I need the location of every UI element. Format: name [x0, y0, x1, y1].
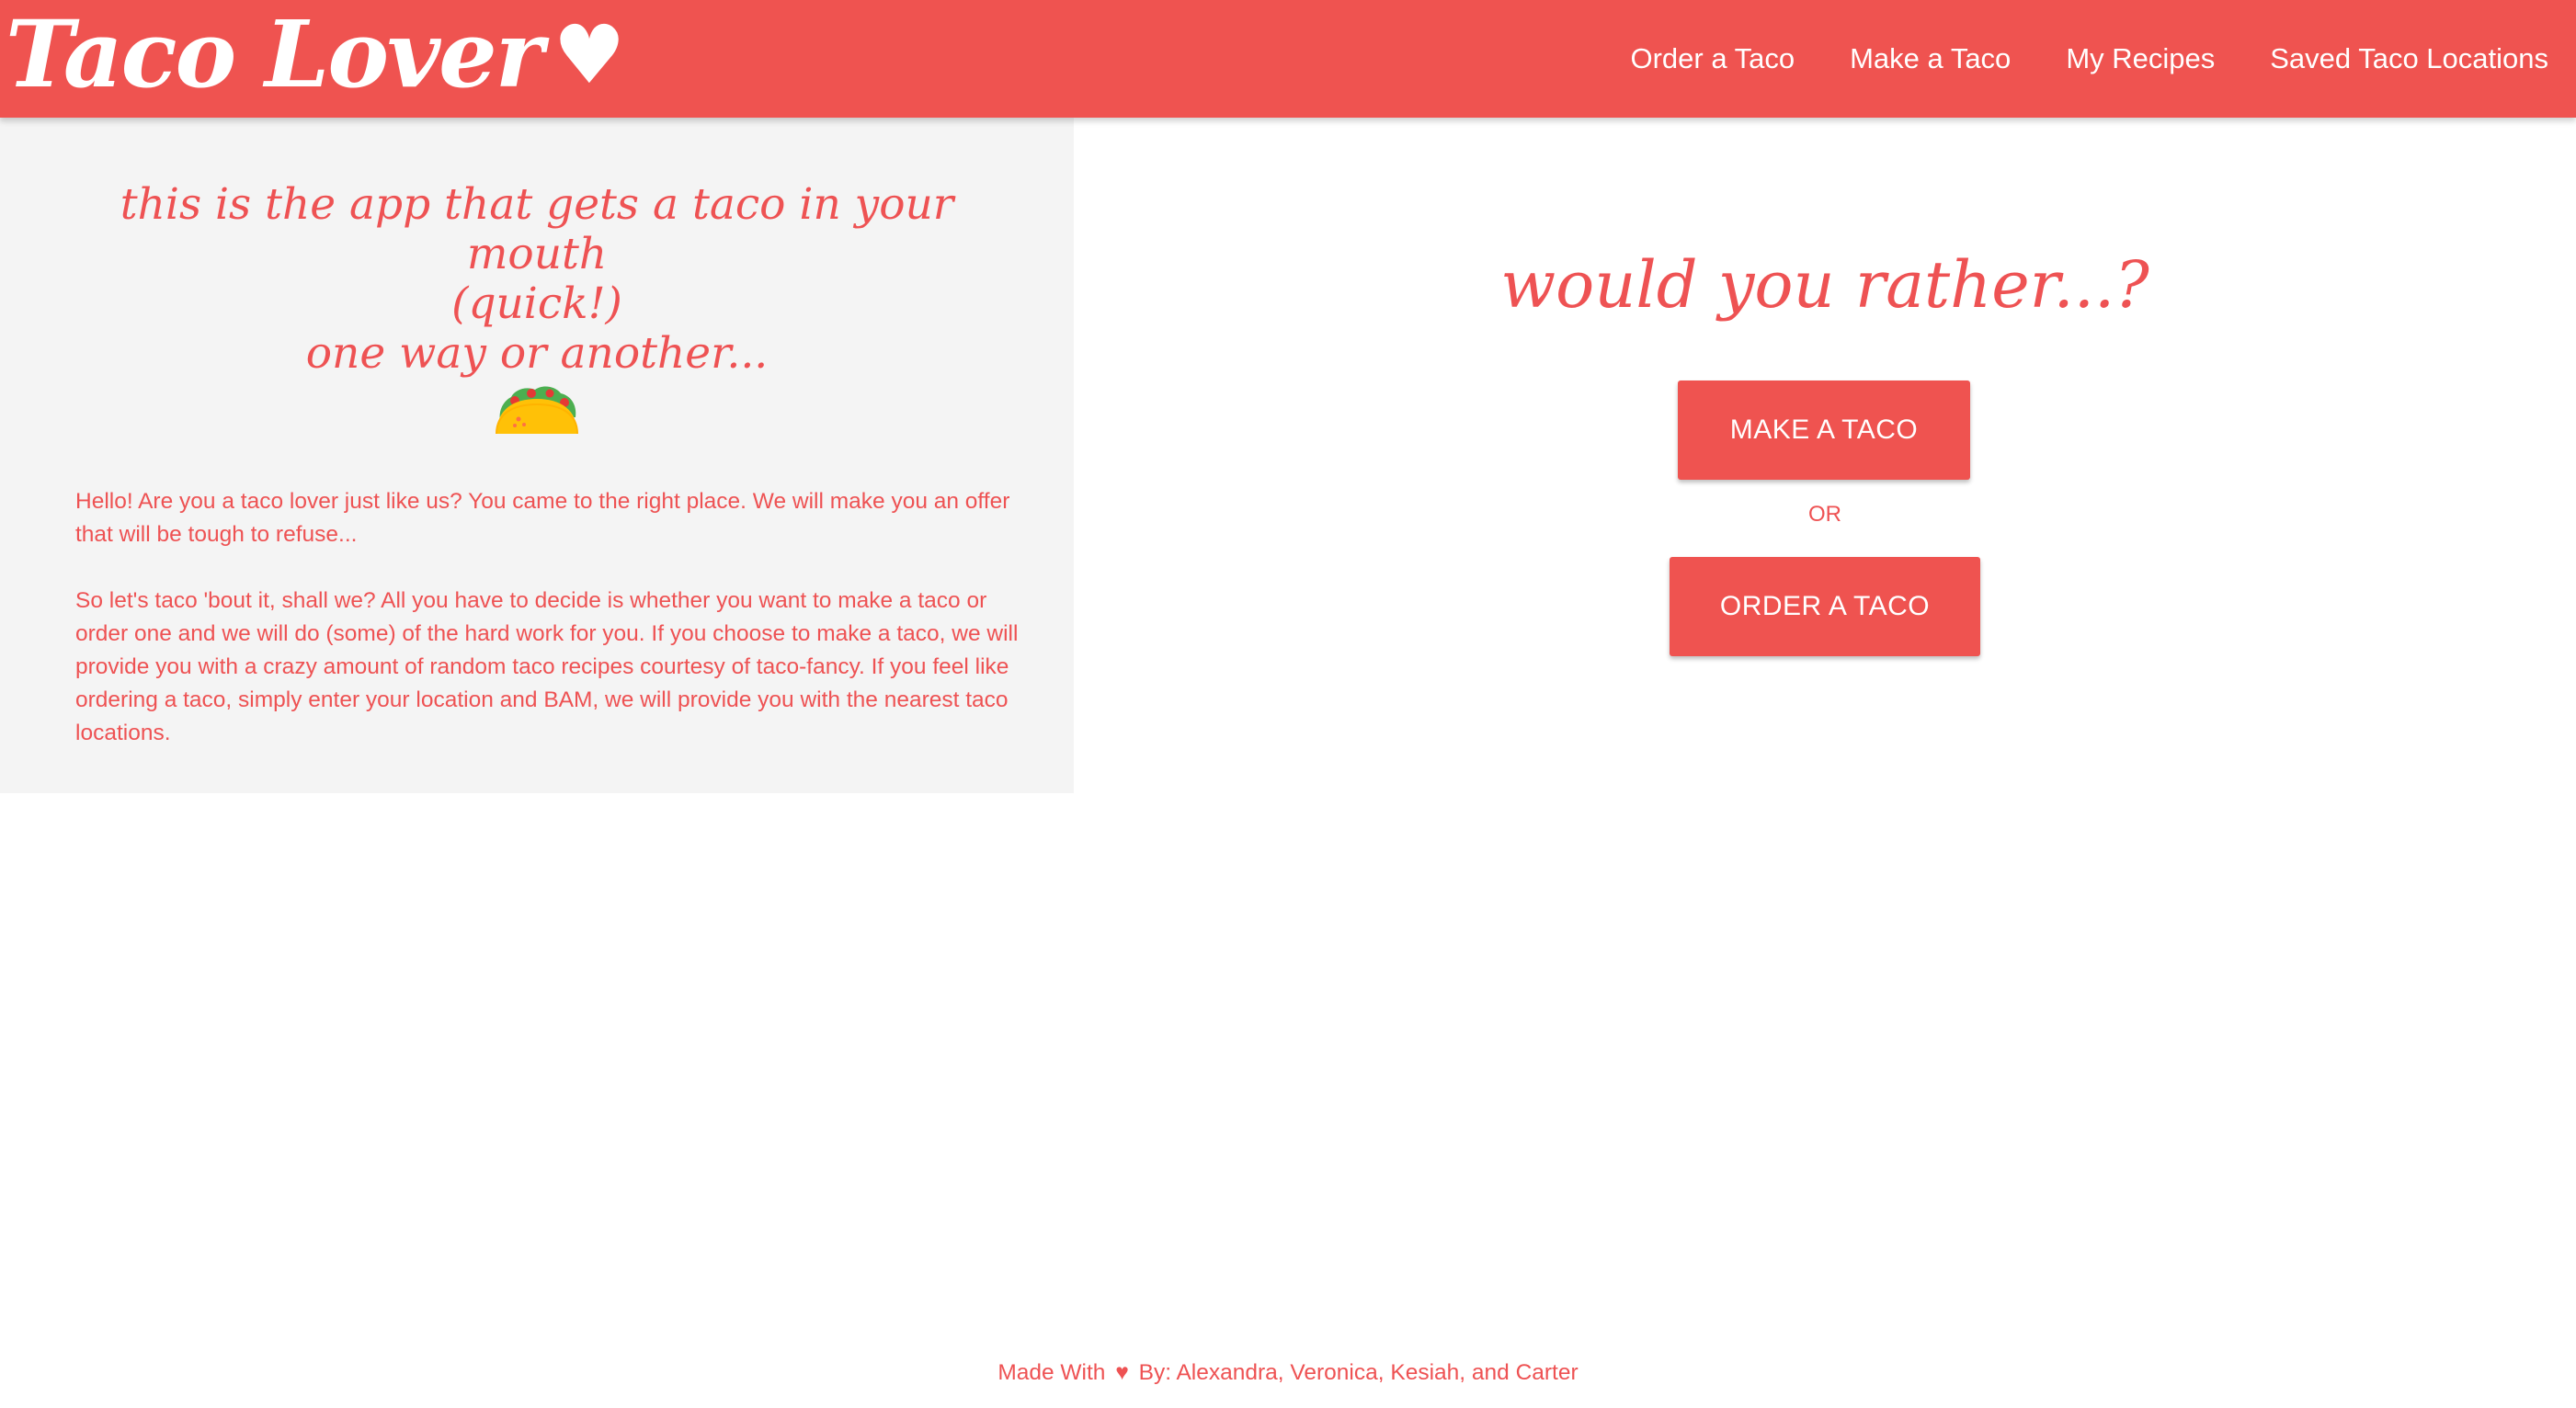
nav-link-saved-taco-locations[interactable]: Saved Taco Locations — [2270, 42, 2548, 74]
make-a-taco-button[interactable]: MAKE A TACO — [1678, 380, 1970, 480]
order-a-taco-button[interactable]: ORDER A TACO — [1670, 557, 1980, 656]
nav-link-my-recipes[interactable]: My Recipes — [2066, 42, 2215, 74]
heart-icon: ♥ — [1115, 1360, 1129, 1385]
intro-paragraph-2: So let's taco 'bout it, shall we? All yo… — [75, 588, 1019, 745]
intro-panel: this is the app that gets a taco in your… — [0, 118, 1074, 793]
tagline-line-3: one way or another... — [305, 328, 769, 379]
intro-text: Hello! Are you a taco lover just like us… — [75, 485, 1032, 783]
footer: Made With ♥ By: Alexandra, Veronica, Kes… — [0, 1360, 2576, 1386]
tagline-line-2: (quick!) — [451, 278, 622, 329]
tagline: this is the app that gets a taco in your… — [55, 180, 1019, 379]
nav-link-order-a-taco[interactable]: Order a Taco — [1630, 42, 1795, 74]
heart-icon: ♥ — [553, 6, 625, 102]
navbar: Taco Lover ♥ Order a Taco Make a Taco My… — [0, 0, 2576, 118]
nav-item-recipes: My Recipes — [2066, 42, 2215, 75]
nav-item-locations: Saved Taco Locations — [2270, 42, 2548, 75]
brand-title: Taco Lover — [6, 0, 543, 108]
footer-credits: By: Alexandra, Veronica, Kesiah, and Car… — [1138, 1360, 1579, 1385]
choice-panel: would you rather...? MAKE A TACO OR ORDE… — [1074, 118, 2576, 793]
nav-links: Order a Taco Make a Taco My Recipes Save… — [1575, 0, 2548, 118]
tagline-line-1: this is the app that gets a taco in your… — [120, 179, 954, 279]
brand-logo[interactable]: Taco Lover ♥ — [6, 0, 625, 108]
nav-item-make: Make a Taco — [1850, 42, 2011, 75]
nav-link-make-a-taco[interactable]: Make a Taco — [1850, 42, 2011, 74]
footer-made-with: Made With — [997, 1360, 1106, 1385]
nav-item-order: Order a Taco — [1630, 42, 1795, 75]
choice-title: would you rather...? — [1500, 247, 2149, 323]
intro-paragraph-1: Hello! Are you a taco lover just like us… — [75, 489, 1010, 547]
or-divider-text: OR — [1808, 502, 1841, 527]
taco-icon — [496, 386, 578, 435]
